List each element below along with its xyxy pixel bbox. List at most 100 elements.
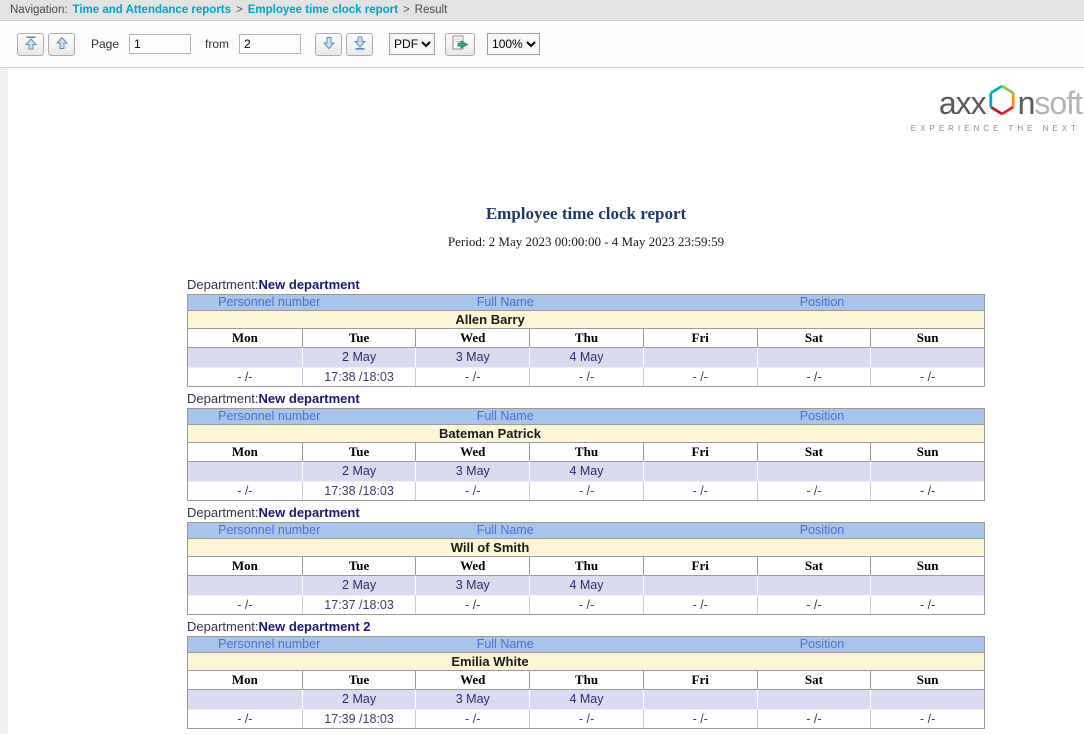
date-cell: 2 May (302, 461, 416, 481)
employee-name-row: Will of Smith (187, 538, 985, 557)
date-cell: 4 May (529, 461, 643, 481)
axxonsoft-logo: axx n soft EXPERIENCE THE NEXT (911, 84, 1082, 133)
time-cell: - /- (870, 481, 984, 500)
report-viewer-window: Navigation: Time and Attendance reports … (0, 0, 1084, 734)
zoom-select[interactable]: 100% (487, 33, 540, 55)
breadcrumb-link-time-and-attendance[interactable]: Time and Attendance reports (73, 4, 231, 16)
department-label: Department: (187, 619, 259, 634)
department-name: New department (259, 505, 360, 520)
day-header-sat: Sat (757, 329, 871, 347)
time-cell: - /- (643, 367, 757, 386)
week-grid: Mon Tue Wed Thu Fri Sat Sun 2 May 3 May … (187, 328, 985, 387)
day-header-mon: Mon (188, 671, 302, 689)
time-cell: - /- (643, 709, 757, 728)
date-cell (188, 347, 302, 367)
column-header-full-name: Full Name (350, 523, 660, 538)
date-cell (188, 575, 302, 595)
week-grid: Mon Tue Wed Thu Fri Sat Sun 2 May 3 May … (187, 670, 985, 729)
date-cell: 3 May (415, 689, 529, 709)
logo-text-soft: soft (1034, 86, 1082, 120)
first-page-button[interactable] (17, 33, 44, 56)
department-label: Department: (187, 391, 259, 406)
time-cell: 17:37 /18:03 (302, 595, 416, 614)
date-cell: 2 May (302, 347, 416, 367)
logo-tagline: EXPERIENCE THE NEXT (911, 124, 1082, 133)
department-line: Department:New department (187, 277, 985, 292)
week-grid: Mon Tue Wed Thu Fri Sat Sun 2 May 3 May … (187, 442, 985, 501)
table-header-row: Personnel number Full Name Position (187, 636, 985, 653)
day-header-thu: Thu (529, 671, 643, 689)
time-cell: - /- (415, 367, 529, 386)
department-label: Department: (187, 505, 259, 520)
employee-name: Emilia White (451, 654, 528, 669)
current-page-input[interactable] (129, 34, 191, 54)
department-block: Department:New department Personnel numb… (187, 391, 985, 501)
date-cell: 2 May (302, 575, 416, 595)
day-header-thu: Thu (529, 329, 643, 347)
time-cell: 17:38 /18:03 (302, 481, 416, 500)
breadcrumb-current: Result (415, 4, 448, 16)
day-header-sun: Sun (870, 329, 984, 347)
day-header-tue: Tue (302, 557, 416, 575)
previous-page-button[interactable] (48, 33, 75, 56)
department-line: Department:New department 2 (187, 619, 985, 634)
export-button[interactable] (445, 33, 475, 56)
time-cell: - /- (188, 709, 302, 728)
day-header-fri: Fri (643, 443, 757, 461)
department-blocks: Department:New department Personnel numb… (187, 277, 985, 729)
time-cell: - /- (870, 367, 984, 386)
day-header-thu: Thu (529, 557, 643, 575)
employee-name-row: Bateman Patrick (187, 424, 985, 443)
day-header-sun: Sun (870, 557, 984, 575)
date-cell: 2 May (302, 689, 416, 709)
report-content: Employee time clock report Period: 2 May… (187, 68, 985, 729)
date-cell (188, 461, 302, 481)
day-header-sun: Sun (870, 671, 984, 689)
day-header-sat: Sat (757, 443, 871, 461)
total-pages-input[interactable] (239, 34, 301, 54)
axxonsoft-hexagon-icon (988, 84, 1016, 121)
day-header-tue: Tue (302, 671, 416, 689)
employee-name-row: Allen Barry (187, 310, 985, 329)
date-cell (643, 347, 757, 367)
breadcrumb-link-employee-time-clock[interactable]: Employee time clock report (248, 4, 398, 16)
date-cell (757, 689, 871, 709)
next-page-button[interactable] (315, 33, 342, 56)
day-header-sat: Sat (757, 671, 871, 689)
employee-name: Allen Barry (455, 312, 524, 327)
arrow-up-to-line-icon (25, 36, 37, 53)
date-cell (757, 575, 871, 595)
date-cell (870, 575, 984, 595)
export-format-select[interactable]: PDF (389, 33, 435, 55)
column-header-full-name: Full Name (350, 295, 660, 310)
day-header-fri: Fri (643, 329, 757, 347)
time-cell: - /- (757, 595, 871, 614)
date-cell (757, 461, 871, 481)
date-cell (643, 575, 757, 595)
table-header-row: Personnel number Full Name Position (187, 408, 985, 425)
time-cell: - /- (757, 481, 871, 500)
column-header-full-name: Full Name (350, 409, 660, 424)
date-cell (643, 689, 757, 709)
day-header-mon: Mon (188, 557, 302, 575)
report-toolbar: Page from PDF 100% (0, 21, 1084, 68)
last-page-button[interactable] (346, 33, 373, 56)
time-cell: - /- (870, 595, 984, 614)
viewer-left-margin (0, 68, 8, 734)
time-cell: - /- (529, 709, 643, 728)
time-cell: - /- (529, 481, 643, 500)
column-header-personnel-number: Personnel number (188, 523, 350, 538)
time-cell: - /- (415, 595, 529, 614)
export-document-icon (452, 35, 469, 53)
date-cell: 3 May (415, 575, 529, 595)
column-header-position: Position (660, 409, 984, 424)
department-block: Department:New department Personnel numb… (187, 505, 985, 615)
column-header-position: Position (660, 295, 984, 310)
date-cell (643, 461, 757, 481)
report-page: axx n soft EXPERIENCE THE NEXT Emplo (0, 68, 1084, 734)
time-cell: - /- (415, 481, 529, 500)
day-header-wed: Wed (415, 443, 529, 461)
department-line: Department:New department (187, 391, 985, 406)
day-header-wed: Wed (415, 671, 529, 689)
table-header-row: Personnel number Full Name Position (187, 294, 985, 311)
